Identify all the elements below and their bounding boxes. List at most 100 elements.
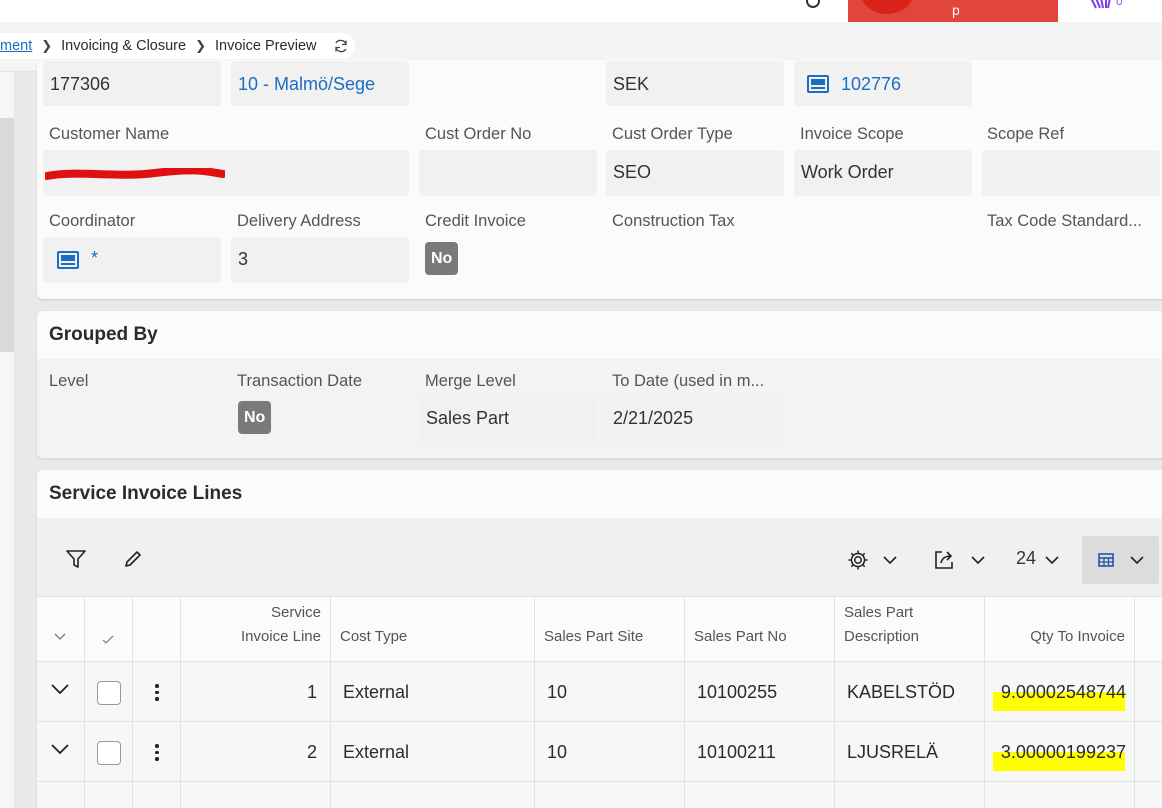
cust-order-no-field	[419, 150, 597, 196]
row-actions-column	[133, 597, 181, 663]
checkmark-icon[interactable]	[102, 635, 114, 645]
table-view-button[interactable]	[1082, 536, 1159, 584]
column-header-label: Sales Part Site	[544, 628, 644, 645]
cell-text: 1	[306, 682, 317, 702]
row-expand-cell[interactable]	[37, 722, 85, 782]
cell-text: 3.00000199237	[1000, 742, 1126, 762]
invoice-scope-field: Work Order	[794, 150, 972, 196]
chevron-down-icon[interactable]	[51, 744, 69, 755]
breadcrumb-item-parent[interactable]: ment	[0, 38, 32, 54]
column-header-label: Sales Part Description	[844, 604, 920, 645]
chevron-down-icon[interactable]	[51, 684, 69, 695]
invoice-scope-label: Invoice Scope	[800, 125, 904, 143]
chevron-down-icon[interactable]	[54, 633, 66, 641]
column-header-label: Sales Part No	[694, 628, 787, 645]
breadcrumb-item-current: Invoice Preview	[214, 38, 317, 54]
table-grid-icon	[1098, 553, 1114, 567]
delivery-address-label: Delivery Address	[237, 212, 361, 230]
reference-link[interactable]: 102776	[841, 74, 901, 95]
cust-order-type-label: Cust Order Type	[612, 125, 733, 143]
sales-part-no-cell: 10100211	[685, 722, 835, 782]
column-header-sales-part-no[interactable]: Sales Part No	[685, 597, 835, 663]
refresh-icon[interactable]	[333, 38, 349, 54]
empty-cell	[85, 782, 133, 808]
edit-pencil-icon[interactable]	[122, 548, 144, 570]
empty-cell	[181, 782, 331, 808]
chevron-right-icon: ❯	[41, 38, 53, 53]
column-header-label: Qty To Invoice	[1030, 628, 1125, 645]
qty-to-invoice-cell: 3.00000199237	[985, 722, 1135, 782]
chevron-down-icon[interactable]	[1045, 556, 1059, 565]
table-row-empty	[37, 782, 1162, 808]
page-size-value[interactable]: 24	[1016, 548, 1036, 569]
row-checkbox[interactable]	[97, 681, 121, 705]
column-header-sales-part-site[interactable]: Sales Part Site	[535, 597, 685, 663]
expand-all-column[interactable]	[37, 597, 85, 663]
qty-to-invoice-cell: 9.00002548744	[985, 662, 1135, 722]
customer-name-label: Customer Name	[49, 125, 170, 143]
filter-icon[interactable]	[65, 548, 87, 570]
side-panel-scrollbar[interactable]	[0, 72, 14, 808]
select-all-column[interactable]	[85, 597, 133, 663]
record-icon[interactable]	[807, 75, 829, 93]
record-icon[interactable]	[57, 251, 79, 269]
merge-level-value: Sales Part	[426, 408, 510, 428]
table-row[interactable]: 1 External 10 10100255 KABELSTÖD 9.00002…	[37, 662, 1162, 722]
scrollbar-thumb[interactable]	[0, 118, 14, 352]
empty-cell	[535, 782, 685, 808]
row-select-cell[interactable]	[85, 722, 133, 782]
cell-text: 10	[547, 682, 568, 702]
scope-ref-field	[982, 150, 1160, 196]
column-header-cost-type[interactable]: Cost Type	[331, 597, 535, 663]
column-header-label: Cost Type	[340, 628, 408, 645]
settings-gear-icon[interactable]	[847, 549, 869, 571]
more-vertical-icon[interactable]	[155, 744, 159, 764]
export-icon[interactable]	[933, 549, 955, 571]
row-menu-cell[interactable]	[133, 662, 181, 722]
row-select-cell[interactable]	[85, 662, 133, 722]
delivery-address-field: 3	[231, 237, 409, 283]
cust-order-type-field: SEO	[606, 150, 784, 196]
invoice-scope-value: Work Order	[801, 162, 894, 182]
to-date-label: To Date (used in m...	[612, 372, 765, 390]
more-vertical-icon[interactable]	[155, 684, 159, 704]
row-expand-cell[interactable]	[37, 662, 85, 722]
service-invoice-line-cell: 1	[181, 662, 331, 722]
credit-invoice-label: Credit Invoice	[425, 212, 526, 230]
table-header-row: Service Invoice Line Cost Type Sales Par…	[37, 596, 1162, 663]
empty-cell	[835, 782, 985, 808]
transaction-date-label: Transaction Date	[237, 372, 363, 390]
cell-text: External	[343, 682, 410, 702]
table-row[interactable]: 2 External 10 10100211 LJUSRELÄ 3.000001…	[37, 722, 1162, 782]
empty-cell	[331, 782, 535, 808]
service-invoice-line-cell: 2	[181, 722, 331, 782]
tax-code-standard-label: Tax Code Standard...	[987, 212, 1143, 230]
breadcrumb: ment ❯ Invoicing & Closure ❯ Invoice Pre…	[0, 33, 355, 59]
site-link[interactable]: 10 - Malmö/Sege	[238, 74, 375, 95]
invoice-number-value: 177306	[50, 74, 111, 94]
table-toolbar: 24	[37, 518, 1162, 596]
cell-text: 10	[547, 742, 568, 762]
sales-part-site-cell: 10	[535, 662, 685, 722]
cell-text: External	[343, 742, 410, 762]
breadcrumb-item-invoicing[interactable]: Invoicing & Closure	[61, 38, 186, 54]
column-header-sales-part-description[interactable]: Sales Part Description	[835, 597, 985, 663]
top-action-label: p	[952, 2, 960, 18]
service-invoice-lines-card: Service Invoice Lines 24 Service Invoice…	[37, 470, 1162, 808]
top-action-panel[interactable]: p	[848, 0, 1058, 22]
grouped-by-body	[37, 359, 1162, 458]
chevron-right-icon: ❯	[195, 38, 206, 53]
section-title: Service Invoice Lines	[49, 483, 243, 504]
svg-text:U: U	[1116, 0, 1123, 7]
coordinator-value[interactable]: *	[91, 248, 98, 269]
app-logo-icon: U	[1090, 0, 1123, 9]
chevron-down-icon[interactable]	[971, 556, 985, 565]
row-checkbox[interactable]	[97, 741, 121, 765]
notification-icon[interactable]	[806, 0, 820, 8]
empty-cell	[685, 782, 835, 808]
column-header-service-invoice-line[interactable]: Service Invoice Line	[181, 597, 331, 663]
row-menu-cell[interactable]	[133, 722, 181, 782]
column-header-qty-to-invoice[interactable]: Qty To Invoice	[985, 597, 1135, 663]
user-avatar[interactable]	[860, 0, 914, 14]
chevron-down-icon[interactable]	[883, 556, 897, 565]
